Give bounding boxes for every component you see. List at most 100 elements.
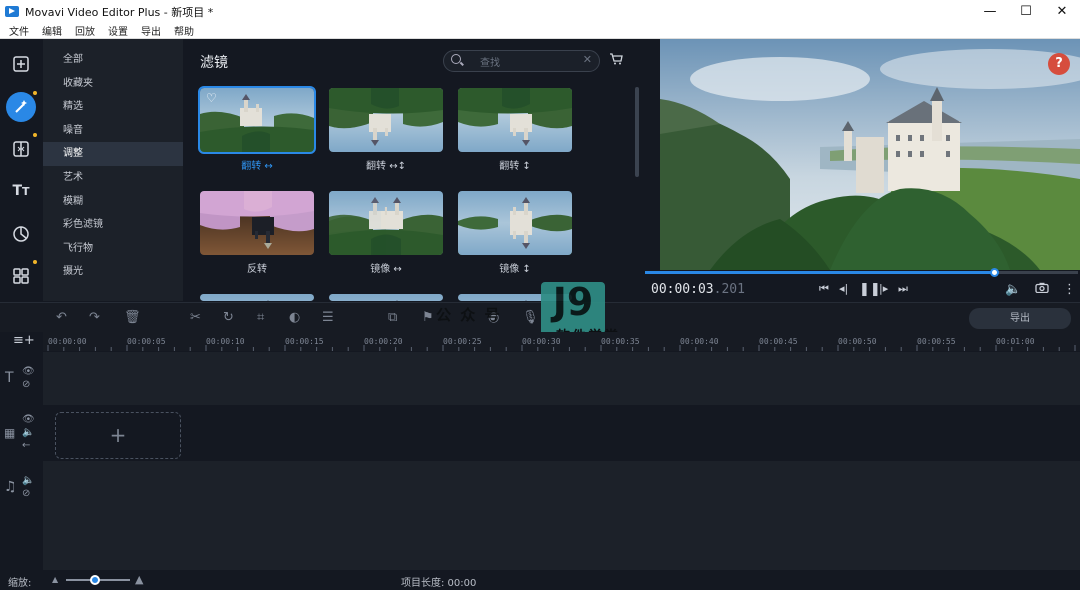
add-track-icon[interactable]: ≡+ [13,333,35,348]
more-tools-button[interactable] [6,261,36,291]
volume-icon[interactable]: 🔈 [1005,282,1021,297]
rotate-icon[interactable]: ↻ [223,310,234,325]
minimize-button[interactable]: — [972,0,1008,23]
zoom-label: 缩放: [8,578,32,589]
search-input[interactable]: 查找 [480,54,500,69]
filter-thumbnail-mirror-h[interactable] [329,191,443,255]
skip-end-icon[interactable]: ⏭ [898,282,908,296]
mute-speaker-icon[interactable]: 🔈 [22,427,34,438]
skip-start-icon[interactable]: ⏮ [819,282,829,296]
menu-export[interactable]: 导出 [141,23,161,38]
category-blur[interactable]: 模糊 [43,190,183,214]
filter-label: 翻转 ↔↕ [366,161,406,172]
audio-track[interactable] [43,461,1080,570]
video-track[interactable]: + [43,406,1080,460]
ruler-tick-label: 00:00:50 [838,337,877,346]
stickers-button[interactable] [6,219,36,249]
category-noise[interactable]: 噪音 [43,119,183,143]
pause-icon[interactable]: ❚❚ [859,282,881,297]
status-bar: 缩放: ▲ ▲ 项目长度: 00:00 [0,571,1080,590]
menu-settings[interactable]: 设置 [108,23,128,38]
clip-properties-icon[interactable]: ☰ [322,310,334,325]
progress-handle[interactable] [989,268,999,277]
new-badge-dot [33,260,37,264]
store-cart-icon[interactable] [609,53,623,68]
watermark-big-text: J9 [552,280,594,324]
delete-trash-icon[interactable]: 🗑 [124,310,141,325]
crop-icon[interactable]: ⌗ [257,310,264,325]
undo-icon[interactable]: ↶ [56,310,67,325]
transition-wizard-icon[interactable]: ⧉ [388,310,397,325]
timeline-ruler[interactable]: 00:00:00 00:00:05 00:00:10 00:00:15 00:00:20… [43,332,1080,351]
category-favorites[interactable]: 收藏夹 [43,72,183,96]
snapshot-camera-icon[interactable] [1035,282,1049,296]
transitions-button[interactable] [6,134,36,164]
player-panel: ? 00:00:03.201 ⏮ ◂| ❚❚ |▸ ⏭ 🔈 ⋮ [643,39,1080,301]
window-title: Movavi Video Editor Plus - 新项目 * [25,5,214,19]
filters-button[interactable] [6,92,36,122]
category-color-filters[interactable]: 彩色滤镜 [43,213,183,237]
color-adjust-icon[interactable]: ◐ [289,310,300,325]
filter-thumbnail-flip-hv[interactable] [329,88,443,152]
track-arrow-icon[interactable]: ← [22,440,30,451]
marker-flag-icon[interactable]: ⚑ [422,310,434,325]
import-button[interactable] [6,49,36,79]
clear-search-icon[interactable]: ✕ [583,53,592,66]
category-adjust[interactable]: 调整 [43,142,183,166]
filter-thumbnail[interactable] [200,294,314,301]
redo-icon[interactable]: ↷ [89,310,100,325]
help-button[interactable]: ? [1048,53,1070,75]
video-track-header: ▦ 👁 🔈 ← [0,406,43,460]
search-box[interactable]: 查找 ✕ [443,50,600,72]
add-media-button[interactable]: + [55,412,181,459]
maximize-button[interactable]: ☐ [1008,0,1044,23]
category-all[interactable]: 全部 [43,48,183,72]
filter-thumbnail-invert[interactable] [200,191,314,255]
filter-label: 翻转 ↔ [241,161,273,172]
visibility-eye-icon[interactable]: 👁 [22,414,35,425]
filter-category-list: 全部 收藏夹 精选 噪音 调整 艺术 模糊 彩色滤镜 飞行物 摄光 [43,39,224,301]
ruler-tick-label: 00:00:10 [206,337,245,346]
filter-label: 镜像 ↕ [499,264,531,275]
more-options-icon[interactable]: ⋮ [1063,282,1076,297]
lock-link-icon[interactable]: ⊘ [22,488,30,499]
title-track[interactable] [43,352,1080,405]
menu-file[interactable]: 文件 [9,23,29,38]
lock-link-icon[interactable]: ⊘ [22,379,30,390]
cut-scissors-icon[interactable]: ✂ [190,310,201,325]
menu-help[interactable]: 帮助 [174,23,194,38]
category-light[interactable]: 摄光 [43,260,183,284]
export-button[interactable]: 导出 [969,308,1071,329]
filter-thumbnail-mirror-v[interactable] [458,191,572,255]
close-button[interactable]: ✕ [1044,0,1080,23]
filter-thumbnail-flip-v[interactable] [458,88,572,152]
filter-label: 翻转 ↕ [499,161,531,172]
titles-button[interactable]: TT [6,176,36,206]
zoom-slider[interactable] [66,575,130,585]
timeline-header-corner: ≡+ [0,332,43,351]
category-flying-objects[interactable]: 飞行物 [43,237,183,261]
menu-playback[interactable]: 回放 [75,23,95,38]
video-preview[interactable]: ? [660,39,1080,270]
filter-thumbnail[interactable] [329,294,443,301]
filter-thumbnail-flip-h[interactable]: ♡ [198,86,316,154]
prev-frame-icon[interactable]: ◂| [839,282,848,295]
title-track-header: T 👁 ⊘ [0,352,43,405]
filters-scrollbar[interactable] [635,87,639,177]
microphone-icon[interactable]: 🎙 [522,310,539,325]
menu-edit[interactable]: 编辑 [42,23,62,38]
playback-progress-bar[interactable] [645,268,1078,277]
mute-speaker-icon[interactable]: 🔈 [22,475,34,486]
clock-icon [13,226,29,242]
category-art[interactable]: 艺术 [43,166,183,190]
next-frame-icon[interactable]: |▸ [879,282,888,295]
ruler-tick-label: 00:00:15 [285,337,324,346]
zoom-in-icon[interactable]: ▲ [135,573,143,586]
video-track-icon: ▦ [4,426,16,440]
category-featured[interactable]: 精选 [43,95,183,119]
zoom-out-icon[interactable]: ▲ [52,575,58,584]
favorite-heart-icon[interactable]: ♡ [206,91,217,105]
visibility-eye-icon[interactable]: 👁 [22,366,35,377]
filters-wand-icon [15,100,27,113]
zoom-slider-handle[interactable] [89,575,100,585]
